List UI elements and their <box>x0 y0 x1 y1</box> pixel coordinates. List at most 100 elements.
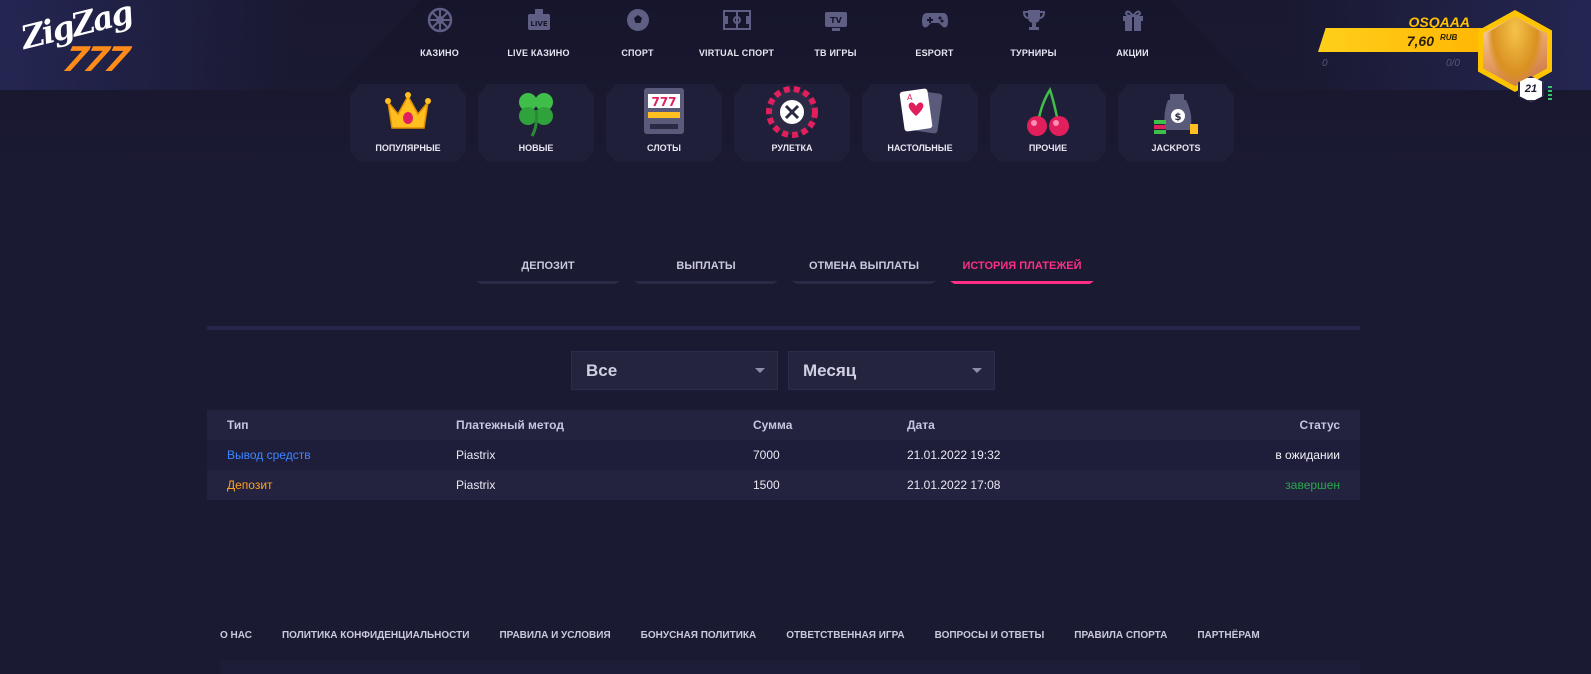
balance-currency: RUB <box>1440 33 1458 42</box>
type-filter-value: Все <box>586 360 618 380</box>
footer-link-partners[interactable]: ПАРТНЁРАМ <box>1197 630 1259 641</box>
footer-link-about[interactable]: О НАС <box>220 630 252 641</box>
payment-method: Piastrix <box>456 478 496 492</box>
bonus-points: 0 <box>1322 58 1328 69</box>
nav-label: ESPORT <box>915 48 954 58</box>
balance-amount: 7,60 <box>1406 33 1434 49</box>
category-label: JACKPOTS <box>1151 143 1201 153</box>
level-progress: 0/0 <box>1446 58 1460 69</box>
category-table[interactable]: A НАСТОЛЬНЫЕ <box>856 82 984 162</box>
table-row: Вывод средств Piastrix 7000 21.01.2022 1… <box>207 440 1360 470</box>
cherries-icon <box>1020 86 1076 138</box>
crown-icon <box>380 86 436 138</box>
nav-promotions[interactable]: АКЦИИ <box>1083 2 1182 66</box>
category-label: НАСТОЛЬНЫЕ <box>887 143 953 153</box>
playing-card-icon: A <box>892 86 948 138</box>
nav-sport[interactable]: СПОРТ <box>588 2 687 66</box>
date: 21.01.2022 17:08 <box>907 478 1001 492</box>
category-label: НОВЫЕ <box>518 143 554 153</box>
date: 21.01.2022 19:32 <box>907 448 1001 462</box>
footer-link-responsible-gaming[interactable]: ОТВЕТСТВЕННАЯ ИГРА <box>786 630 904 641</box>
nav-tv-games[interactable]: TV ТВ ИГРЫ <box>786 2 885 66</box>
tab-payment-history[interactable]: ИСТОРИЯ ПЛАТЕЖЕЙ <box>944 248 1100 284</box>
roulette-icon <box>764 86 820 138</box>
nav-label: АКЦИИ <box>1116 48 1149 58</box>
column-header-type: Тип <box>227 418 249 432</box>
status-badge: в ожидании <box>1275 448 1340 462</box>
footer-link-privacy[interactable]: ПОЛИТИКА КОНФИДЕНЦИАЛЬНОСТИ <box>282 630 469 641</box>
nav-label: ТВ ИГРЫ <box>814 48 857 58</box>
roulette-wheel-icon <box>426 6 454 34</box>
column-header-status: Статус <box>1299 418 1340 432</box>
footer-links: О НАС ПОЛИТИКА КОНФИДЕНЦИАЛЬНОСТИ ПРАВИЛ… <box>220 630 1290 641</box>
category-label: ПРОЧИЕ <box>1028 143 1068 153</box>
soccer-ball-icon <box>624 6 652 34</box>
category-other[interactable]: ПРОЧИЕ <box>984 82 1112 162</box>
slot-reels-text: 777 <box>651 95 676 109</box>
table-header: Тип Платежный метод Сумма Дата Статус <box>207 410 1360 440</box>
logo-number: 777 <box>59 40 131 80</box>
slot-machine-icon: 777 <box>636 86 692 138</box>
footer-link-terms[interactable]: ПРАВИЛА И УСЛОВИЯ <box>499 630 610 641</box>
gift-icon <box>1119 6 1147 34</box>
period-filter-value: Месяц <box>803 360 857 380</box>
nav-virtual-sport[interactable]: VIRTUAL СПОРТ <box>687 2 786 66</box>
nav-label: СПОРТ <box>621 48 654 58</box>
category-label: РУЛЕТКА <box>771 143 813 153</box>
nav-tournaments[interactable]: ТУРНИРЫ <box>984 2 1083 66</box>
card-letter: A <box>907 93 913 102</box>
chevron-down-icon <box>755 368 765 373</box>
money-bag-icon: $ <box>1148 86 1204 138</box>
category-jackpots[interactable]: $ JACKPOTS <box>1112 82 1240 162</box>
column-header-date: Дата <box>907 418 935 432</box>
chevron-down-icon <box>972 368 982 373</box>
gamepad-icon <box>921 6 949 34</box>
footer-link-faq[interactable]: ВОПРОСЫ И ОТВЕТЫ <box>935 630 1045 641</box>
amount: 7000 <box>753 448 780 462</box>
nav-label: ТУРНИРЫ <box>1010 48 1057 58</box>
payment-history-table: Тип Платежный метод Сумма Дата Статус Вы… <box>207 410 1360 500</box>
transaction-type-link[interactable]: Депозит <box>227 478 273 492</box>
category-slots[interactable]: 777 СЛОТЫ <box>600 82 728 162</box>
category-new[interactable]: НОВЫЕ <box>472 82 600 162</box>
type-filter-select[interactable]: Все <box>571 351 778 390</box>
live-tv-icon: LIVE <box>525 6 553 34</box>
nav-casino[interactable]: КАЗИНО <box>390 2 489 66</box>
column-header-amount: Сумма <box>753 418 793 432</box>
tv-icon: TV <box>822 6 850 34</box>
category-label: ПОПУЛЯРНЫЕ <box>375 143 441 153</box>
site-logo[interactable]: ZigZag 777 <box>16 0 135 84</box>
money-symbol: $ <box>1175 112 1182 123</box>
nav-label: КАЗИНО <box>420 48 459 58</box>
period-filter-select[interactable]: Месяц <box>788 351 995 390</box>
category-popular[interactable]: ПОПУЛЯРНЫЕ <box>344 82 472 162</box>
category-label: СЛОТЫ <box>647 143 681 153</box>
amount: 1500 <box>753 478 780 492</box>
tab-cancel-withdrawal[interactable]: ОТМЕНА ВЫПЛАТЫ <box>786 248 942 284</box>
table-row: Депозит Piastrix 1500 21.01.2022 17:08 з… <box>207 470 1360 500</box>
category-roulette[interactable]: РУЛЕТКА <box>728 82 856 162</box>
game-categories: ПОПУЛЯРНЫЕ НОВЫЕ 777 СЛОТЫ РУЛЕТКА A НАС… <box>344 82 1240 162</box>
footer-link-bonus-policy[interactable]: БОНУСНАЯ ПОЛИТИКА <box>641 630 757 641</box>
level-number: 21 <box>1524 83 1538 95</box>
tab-withdrawals[interactable]: ВЫПЛАТЫ <box>628 248 784 284</box>
tab-deposit[interactable]: ДЕПОЗИТ <box>470 248 626 284</box>
transaction-type-link[interactable]: Вывод средств <box>227 448 311 462</box>
clover-icon <box>508 86 564 138</box>
signal-bars-icon <box>1548 86 1552 102</box>
footer-link-sport-rules[interactable]: ПРАВИЛА СПОРТА <box>1074 630 1167 641</box>
virtual-field-icon <box>722 6 751 34</box>
trophy-icon <box>1020 6 1048 34</box>
main-nav: КАЗИНО LIVE LIVE КАЗИНО СПОРТ VIRTUAL СП… <box>390 2 1182 66</box>
payment-method: Piastrix <box>456 448 496 462</box>
status-badge: завершен <box>1285 478 1340 492</box>
nav-label: VIRTUAL СПОРТ <box>698 48 775 58</box>
nav-esport[interactable]: ESPORT <box>885 2 984 66</box>
footer-background <box>220 660 1360 674</box>
username[interactable]: OSQAAA <box>1400 14 1470 30</box>
payment-tabs: ДЕПОЗИТ ВЫПЛАТЫ ОТМЕНА ВЫПЛАТЫ ИСТОРИЯ П… <box>470 248 1102 284</box>
svg-text:TV: TV <box>830 16 842 25</box>
nav-label: LIVE КАЗИНО <box>507 48 570 58</box>
nav-live-casino[interactable]: LIVE LIVE КАЗИНО <box>489 2 588 66</box>
section-divider <box>207 326 1360 330</box>
